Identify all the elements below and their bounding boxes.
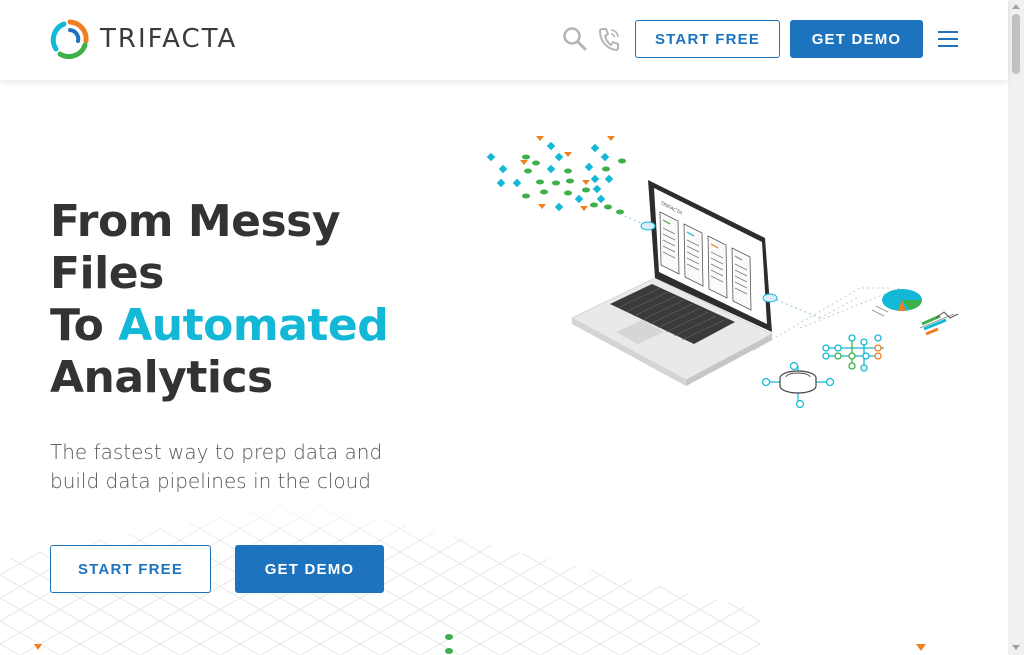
scroll-up-arrow-icon[interactable] [1012,4,1020,9]
header-start-free-button[interactable]: START FREE [635,20,780,58]
data-points-cluster [486,136,626,215]
hero-illustration: TRIFACTA [486,136,959,409]
brand-name: TRIFACTA [100,24,238,54]
search-icon[interactable] [562,26,588,52]
hero-title-line-4: Analytics [50,352,273,403]
scroll-down-arrow-icon[interactable] [1012,645,1020,650]
hero-title-prefix: To [50,300,119,351]
scrollbar-thumb[interactable] [1012,14,1020,74]
header-get-demo-button[interactable]: GET DEMO [790,20,923,58]
hero-title-line-2: Files [50,248,164,299]
hero-title: From Messy Files To Automated Analytics [50,196,389,404]
hero-title-accent: Automated [118,300,389,351]
database-graphic [761,361,835,409]
hamburger-menu-icon[interactable] [938,31,958,47]
site-header: TRIFACTA START FREE GET DEMO [0,0,1008,80]
vertical-scrollbar[interactable] [1008,0,1024,655]
hero-title-line-3: To Automated [50,300,389,352]
hero-subtitle: The fastest way to prep data and build d… [50,440,383,493]
trifacta-logo-icon [50,19,89,59]
network-graphic [822,334,884,372]
hero-start-free-button[interactable]: START FREE [50,545,211,593]
bar-chart-graphic [919,311,959,336]
phone-icon[interactable] [597,26,621,52]
laptop-graphic: TRIFACTA [570,180,778,386]
hero-title-line-1: From Messy [50,196,341,247]
pie-chart-graphic [871,289,922,317]
brand-logo[interactable]: TRIFACTA [50,19,237,59]
hero-get-demo-button[interactable]: GET DEMO [235,545,384,593]
